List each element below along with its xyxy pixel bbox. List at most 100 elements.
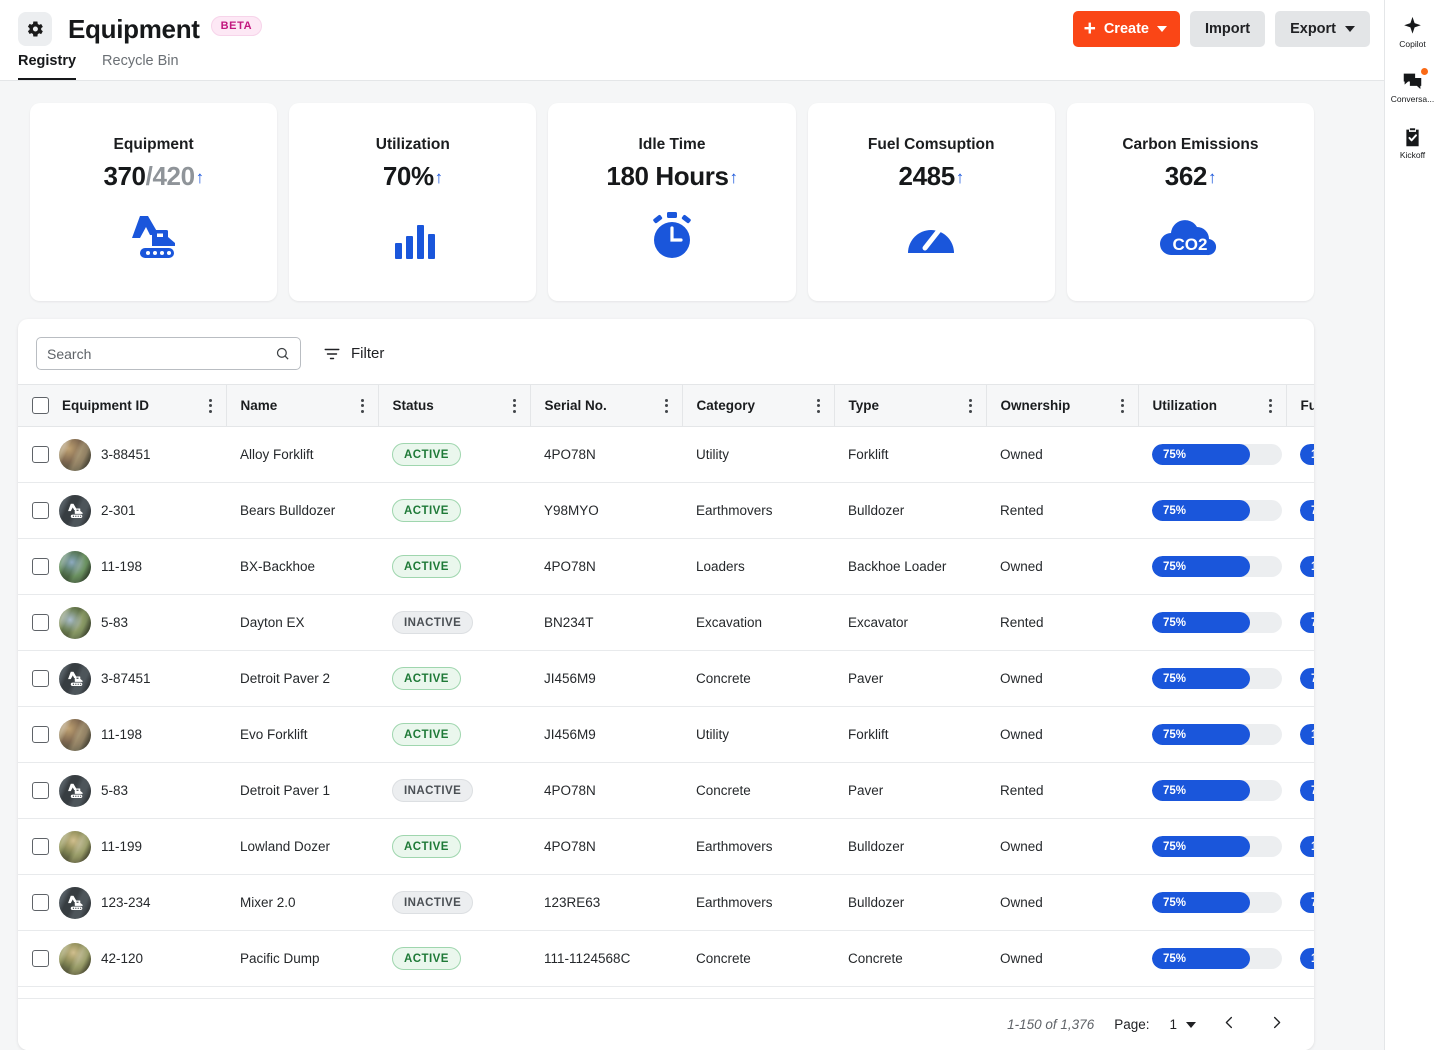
rail-item-kickoff[interactable]: Kickoff	[1387, 123, 1439, 164]
cell-equipment-id: 123-234	[18, 874, 226, 931]
row-checkbox[interactable]	[32, 894, 49, 911]
table-row[interactable]: 3-87451 Detroit Paver 2 ACTIVE JI456M9 Concr…	[18, 650, 1314, 707]
page-select[interactable]: 1	[1169, 1017, 1196, 1032]
row-checkbox[interactable]	[32, 670, 49, 687]
cell-serial-no: BN234T	[530, 594, 682, 651]
create-button[interactable]: + Create	[1072, 11, 1180, 47]
table-row[interactable]: 11-198 BX-Backhoe ACTIVE 4PO78N Loaders Backh…	[18, 538, 1314, 595]
row-checkbox[interactable]	[32, 726, 49, 743]
chevron-down-icon	[1186, 1021, 1196, 1028]
table-row[interactable]: 11-199 Lowland Dozer ACTIVE 4PO78N Earthmove…	[18, 818, 1314, 875]
status-badge: ACTIVE	[392, 835, 461, 858]
header-actions: + Create Import Export	[1072, 11, 1370, 47]
column-menu-icon[interactable]	[1120, 398, 1128, 413]
cell-ownership: Owned	[986, 650, 1138, 707]
column-header-equipment-id[interactable]: Equipment ID	[18, 384, 226, 427]
column-menu-icon[interactable]	[512, 398, 520, 413]
kpi-card-utilization[interactable]: Utilization 70% ↑	[289, 103, 537, 301]
kpi-card-row: Equipment 370 /420 ↑ Utilization 70% ↑ I…	[0, 81, 1384, 319]
kpi-card-idle-time[interactable]: Idle Time 180 Hours ↑	[548, 103, 796, 301]
column-header-status[interactable]: Status	[377, 384, 530, 427]
tab-registry[interactable]: Registry	[18, 53, 77, 80]
cell-name: Detroit Paver 1	[226, 762, 378, 819]
previous-page-button[interactable]	[1216, 1011, 1243, 1039]
cell-status: INACTIVE	[378, 874, 530, 931]
cell-equipment-id: 5-83	[18, 762, 226, 819]
kpi-card-fuel-consumption[interactable]: Fuel Comsuption 2485 ↑	[807, 103, 1055, 301]
column-header-type[interactable]: Type	[833, 384, 986, 427]
table-header-row: Equipment ID Name Status Serial No. Cate…	[18, 384, 1315, 427]
category-value: Concrete	[696, 671, 751, 686]
column-label: Utilization	[1152, 398, 1218, 413]
column-menu-icon[interactable]	[360, 398, 368, 413]
cell-utilization: 75%	[1138, 482, 1286, 539]
cell-fuel-costs: 75%	[1286, 762, 1314, 819]
table-row[interactable]: 2-301 Bears Bulldozer ACTIVE Y98MYO Earthmov…	[18, 482, 1314, 539]
kpi-value-group: 370 /420 ↑	[103, 161, 204, 192]
utilization-value: 75%	[1163, 448, 1187, 461]
cell-category: Concrete	[682, 762, 834, 819]
cell-type: Backhoe Loader	[834, 538, 986, 595]
column-header-name[interactable]: Name	[225, 384, 378, 427]
fuel-costs-value: 100%	[1300, 841, 1314, 853]
gear-icon[interactable]	[18, 12, 52, 46]
bar-chart-icon	[387, 208, 439, 264]
column-label: Fuel Costs	[1300, 398, 1315, 413]
export-button[interactable]: Export	[1275, 11, 1370, 47]
row-checkbox[interactable]	[32, 950, 49, 967]
chevron-down-icon[interactable]	[1156, 26, 1167, 32]
equipment-id-value: 42-120	[101, 951, 144, 966]
serial-value: 111-1124568C	[544, 951, 631, 966]
row-checkbox[interactable]	[32, 502, 49, 519]
category-value: Earthmovers	[696, 895, 773, 910]
search-icon[interactable]	[275, 346, 290, 361]
column-menu-icon[interactable]	[968, 398, 976, 413]
table-row[interactable]: 5-83 Dayton EX INACTIVE BN234T Excavation Exc…	[18, 594, 1314, 651]
kpi-value: 180 Hours	[606, 161, 729, 191]
fuel-costs-value: 100%	[1300, 729, 1314, 741]
kpi-value: 362	[1164, 161, 1208, 191]
search-box[interactable]	[36, 337, 301, 370]
tab-recycle-bin[interactable]: Recycle Bin	[102, 53, 179, 80]
column-header-ownership[interactable]: Ownership	[985, 384, 1138, 427]
equipment-id-value: 123-234	[101, 895, 151, 910]
select-all-checkbox[interactable]	[32, 397, 49, 414]
table-scroll-region[interactable]: Equipment ID Name Status Serial No. Cate…	[18, 384, 1314, 998]
table-row[interactable]: 3-88451 Alloy Forklift ACTIVE 4PO78N Utility…	[18, 426, 1314, 483]
table-row[interactable]: 5-83 Detroit Paver 1 INACTIVE 4PO78N Concret…	[18, 762, 1314, 819]
table-row[interactable]: 11-198 Evo Forklift ACTIVE JI456M9 Utility Fo…	[18, 706, 1314, 763]
rail-item-label: Conversa...	[1390, 94, 1435, 105]
kpi-card-equipment[interactable]: Equipment 370 /420 ↑	[30, 103, 278, 301]
right-rail: Copilot Conversa... Kickoff	[1384, 0, 1440, 1050]
kpi-card-carbon-emissions[interactable]: Carbon Emissions 362 ↑ CO2	[1066, 103, 1315, 301]
column-header-category[interactable]: Category	[681, 384, 834, 427]
row-checkbox[interactable]	[32, 558, 49, 575]
column-header-fuel-costs[interactable]: Fuel Costs	[1285, 384, 1315, 427]
column-header-serial-no[interactable]: Serial No.	[529, 384, 682, 427]
next-page-button[interactable]	[1263, 1011, 1290, 1039]
cell-serial-no: JI456M9	[530, 706, 682, 763]
rail-item-conversations[interactable]: Conversa...	[1387, 67, 1439, 108]
import-button[interactable]: Import	[1189, 11, 1266, 47]
row-checkbox[interactable]	[32, 446, 49, 463]
search-input[interactable]	[47, 345, 275, 362]
table-row[interactable]: 42-120 Pacific Dump ACTIVE 111-1124568C Conc…	[18, 930, 1314, 987]
cell-serial-no: 4PO78N	[530, 538, 682, 595]
filter-button[interactable]: Filter	[323, 345, 384, 363]
kpi-value-secondary: /420	[145, 161, 195, 191]
chevron-down-icon[interactable]	[1345, 26, 1355, 32]
column-header-utilization[interactable]: Utilization	[1137, 384, 1286, 427]
row-checkbox[interactable]	[32, 782, 49, 799]
fuel-costs-value: 100%	[1300, 953, 1314, 965]
row-checkbox[interactable]	[32, 614, 49, 631]
column-menu-icon[interactable]	[1268, 398, 1276, 413]
column-menu-icon[interactable]	[664, 398, 672, 413]
column-menu-icon[interactable]	[208, 398, 216, 413]
cell-utilization: 75%	[1138, 706, 1286, 763]
ownership-value: Owned	[1000, 559, 1043, 574]
equipment-avatar-icon	[59, 662, 91, 695]
row-checkbox[interactable]	[32, 838, 49, 855]
column-menu-icon[interactable]	[816, 398, 824, 413]
table-row[interactable]: 123-234 Mixer 2.0 INACTIVE 123RE63 Earthmove…	[18, 874, 1314, 931]
rail-item-copilot[interactable]: Copilot	[1387, 12, 1439, 53]
